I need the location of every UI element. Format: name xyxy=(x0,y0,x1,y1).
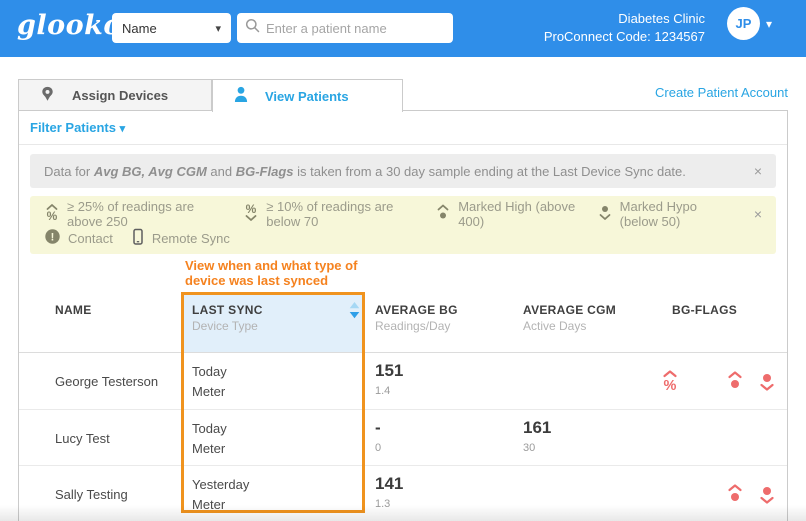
tab-assign-devices[interactable]: Assign Devices xyxy=(18,79,212,111)
average-bg-cell: - 0 xyxy=(375,418,382,454)
average-bg-cell: 141 1.3 xyxy=(375,474,404,510)
info-banner-text: Data for Avg BG, Avg CGM and BG-Flags is… xyxy=(44,163,686,179)
last-sync-cell: Today Meter xyxy=(192,364,227,399)
table-row-george-testerson[interactable]: George Testerson Today Meter 151 1.4 % xyxy=(19,353,787,409)
clinic-name: Diabetes Clinic xyxy=(618,11,705,26)
account-menu-caret-icon[interactable]: ▾ xyxy=(766,17,772,31)
percent-below-icon: % xyxy=(243,202,259,225)
marked-hypo-flag-icon xyxy=(757,369,777,393)
chevron-down-icon: ▾ xyxy=(215,22,221,35)
column-subheader-readings-day: Readings/Day xyxy=(375,319,451,333)
percent-above-flag-icon: % xyxy=(660,369,680,394)
search-icon xyxy=(245,18,260,38)
average-cgm-cell: 161 30 xyxy=(523,418,552,454)
remote-sync-icon xyxy=(131,228,145,249)
contact-icon: ! xyxy=(44,228,61,248)
chevron-down-icon: ▾ xyxy=(119,123,126,135)
column-subheader-active-days: Active Days xyxy=(523,319,587,333)
svg-text:%: % xyxy=(664,378,677,393)
legend-label: Marked High (above 400) xyxy=(458,199,576,229)
filter-patients-toggle[interactable]: Filter Patients ▾ xyxy=(30,120,125,135)
svg-text:%: % xyxy=(246,203,257,216)
patient-name[interactable]: Sally Testing xyxy=(55,466,128,521)
legend-label: Remote Sync xyxy=(151,230,230,246)
legend-item: ! Contact xyxy=(44,228,113,248)
legend-item: Marked Hypo (below 50) xyxy=(597,199,736,229)
legend-row-1: % ≥ 25% of readings are above 250 % ≥ 10… xyxy=(44,199,762,229)
svg-text:!: ! xyxy=(51,232,55,244)
patient-search-box xyxy=(237,13,453,43)
last-sync-cell: Yesterday Meter xyxy=(192,477,250,512)
marked-high-icon xyxy=(435,203,451,225)
legend-label: ≥ 10% of readings are below 70 xyxy=(266,199,394,229)
create-patient-account-link[interactable]: Create Patient Account xyxy=(655,85,788,100)
search-input[interactable] xyxy=(266,20,445,36)
map-pin-icon xyxy=(39,85,56,106)
legend-item: Remote Sync xyxy=(131,228,230,249)
glooko-app: glooko Name ▾ Diabetes Clinic ProConnect… xyxy=(0,0,806,521)
person-icon xyxy=(233,86,249,106)
legend-item: Marked High (above 400) xyxy=(435,199,578,229)
close-icon[interactable]: × xyxy=(754,163,762,179)
patient-name[interactable]: George Testerson xyxy=(55,353,158,409)
svg-text:%: % xyxy=(47,209,58,222)
clinic-info: Diabetes Clinic ProConnect Code: 1234567 xyxy=(544,10,705,46)
tab-assign-devices-label: Assign Devices xyxy=(72,87,169,103)
filter-patients-label: Filter Patients xyxy=(30,120,116,135)
column-header-average-bg[interactable]: AVERAGE BG xyxy=(375,303,458,317)
table-row-sally-testing[interactable]: Sally Testing Yesterday Meter 141 1.3 xyxy=(19,466,787,521)
sort-arrows-icon[interactable] xyxy=(349,302,360,324)
tab-view-patients[interactable]: View Patients xyxy=(212,79,403,112)
tab-view-patients-label: View Patients xyxy=(265,88,349,104)
glooko-logo: glooko xyxy=(17,10,122,41)
search-by-select[interactable]: Name ▾ xyxy=(112,13,231,43)
legend-label: Contact xyxy=(68,230,113,246)
column-header-name[interactable]: NAME xyxy=(55,303,92,317)
legend-label: Marked Hypo (below 50) xyxy=(619,199,697,229)
column-header-bg-flags[interactable]: BG-FLAGS xyxy=(672,303,737,317)
patient-name[interactable]: Lucy Test xyxy=(55,410,110,466)
bg-flags-legend-banner: % ≥ 25% of readings are above 250 % ≥ 10… xyxy=(30,196,776,254)
marked-high-flag-icon xyxy=(725,482,745,506)
column-subheader-device-type: Device Type xyxy=(192,319,258,333)
data-info-banner: Data for Avg BG, Avg CGM and BG-Flags is… xyxy=(30,154,776,188)
annotation-note: View when and what type of device was la… xyxy=(185,258,358,288)
legend-item: % ≥ 25% of readings are above 250 xyxy=(44,199,225,229)
column-header-average-cgm[interactable]: AVERAGE CGM xyxy=(523,303,616,317)
avatar[interactable]: JP xyxy=(727,7,760,40)
marked-hypo-icon xyxy=(597,203,613,225)
percent-above-icon: % xyxy=(44,203,60,225)
proconnect-code: ProConnect Code: 1234567 xyxy=(543,29,705,44)
divider xyxy=(19,144,787,145)
close-icon[interactable]: × xyxy=(754,206,762,222)
column-header-last-sync[interactable]: LAST SYNC xyxy=(192,303,263,317)
legend-item: % ≥ 10% of readings are below 70 xyxy=(243,199,417,229)
top-header: glooko Name ▾ Diabetes Clinic ProConnect… xyxy=(0,0,806,57)
last-sync-cell: Today Meter xyxy=(192,421,227,456)
search-by-value: Name xyxy=(122,20,157,36)
marked-hypo-flag-icon xyxy=(757,482,777,506)
legend-row-2: ! Contact Remote Sync xyxy=(44,227,762,249)
legend-label: ≥ 25% of readings are above 250 xyxy=(67,199,195,229)
table-row-lucy-test[interactable]: Lucy Test Today Meter - 0 161 30 xyxy=(19,410,787,466)
average-bg-cell: 151 1.4 xyxy=(375,361,404,397)
marked-high-flag-icon xyxy=(725,369,745,393)
